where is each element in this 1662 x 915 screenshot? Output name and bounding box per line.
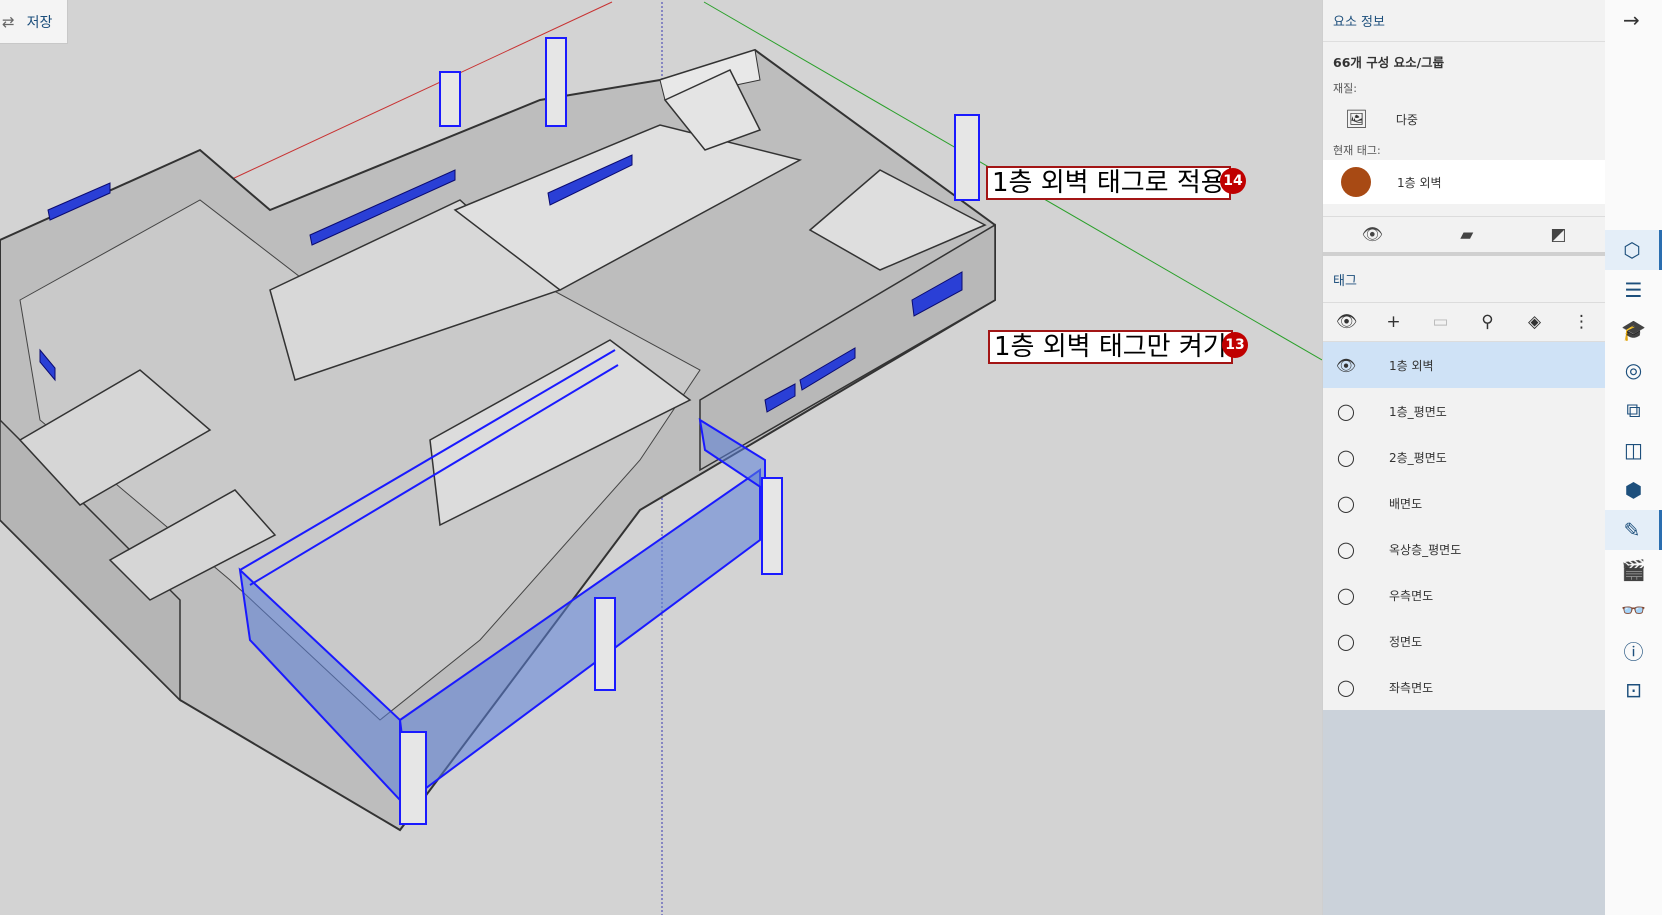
tag-name: 우측면도	[1389, 588, 1434, 603]
column	[545, 37, 567, 127]
callout-text: 1층 외벽 태그로 적용	[992, 168, 1225, 198]
info-icon[interactable]: ⓘ	[1605, 630, 1662, 670]
tag-name: 옥상층_평면도	[1389, 542, 1462, 557]
eye-icon[interactable]: 👁	[1333, 312, 1361, 332]
add-tag-icon[interactable]: +	[1380, 312, 1408, 332]
save-label: 저장	[26, 14, 53, 31]
visibility-tabs: 👁 ▰ ◩	[1323, 216, 1605, 256]
tag-row[interactable]: ◯ 좌측면도	[1323, 664, 1605, 710]
collapse-arrow-icon[interactable]: →	[1623, 8, 1640, 32]
material-row[interactable]: 🖼 다중	[1323, 96, 1605, 142]
entity-info-header[interactable]: 요소 정보	[1323, 0, 1605, 42]
scenes-icon[interactable]: 🎬	[1605, 550, 1662, 590]
tray-icon-column: ⬡ ☰ 🎓 ◎ ⧉ ◫ ⬢ ✎ 🎬 👓 ⓘ ⊡	[1605, 230, 1662, 710]
tag-row[interactable]: ◯ 옥상층_평면도	[1323, 526, 1605, 572]
tags-title: 태그	[1333, 273, 1357, 289]
current-tag-label: 현재 태그:	[1333, 144, 1381, 157]
callout-badge: 14	[1220, 168, 1246, 194]
color-by-tag-icon[interactable]: ◈	[1521, 312, 1549, 332]
column	[761, 477, 783, 575]
eye-icon[interactable]: 👁	[1323, 356, 1369, 375]
tag-name: 배면도	[1389, 496, 1423, 511]
tag-row[interactable]: 👁 1층 외벽	[1323, 342, 1605, 388]
entity-info-icon[interactable]: ⬡	[1605, 230, 1662, 270]
material-label: 재질:	[1333, 82, 1357, 95]
styles-icon[interactable]: ◫	[1605, 430, 1662, 470]
eye-icon[interactable]: 👁	[1362, 225, 1384, 245]
tray-panel: 요소 정보 66개 구성 요소/그룹 재질: 🖼 다중 현재 태그: 1층 외벽…	[1322, 0, 1605, 915]
tag-name: 1층 외벽	[1389, 358, 1434, 373]
callout-badge: 13	[1222, 332, 1248, 358]
add-folder-icon[interactable]: ▭	[1427, 312, 1455, 332]
eye-closed-icon[interactable]: ◯	[1323, 540, 1369, 559]
icon-tray: → ⬡ ☰ 🎓 ◎ ⧉ ◫ ⬢ ✎ 🎬 👓 ⓘ ⊡	[1605, 0, 1662, 915]
tag-name: 좌측면도	[1389, 680, 1434, 695]
column	[954, 114, 980, 201]
tags-toolbar: 👁 + ▭ ⚲ ◈ ⋮	[1323, 302, 1605, 342]
tag-row[interactable]: ◯ 1층_평면도	[1323, 388, 1605, 434]
callout-text: 1층 외벽 태그만 켜기	[994, 332, 1227, 362]
entity-info-title: 요소 정보	[1333, 15, 1385, 30]
model-viewport[interactable]: ⇄ 저장 1층 외벽 태그로 적용 14 1층 외벽 태그만 켜기 13	[0, 0, 1322, 915]
panel-empty-area	[1323, 710, 1605, 915]
tag-row[interactable]: ◯ 우측면도	[1323, 572, 1605, 618]
instructor-icon[interactable]: 🎓	[1605, 310, 1662, 350]
image-icon: 🖼	[1345, 108, 1368, 130]
callout-show-only-tag: 1층 외벽 태그만 켜기	[988, 330, 1233, 364]
arrow-left-right-icon: ⇄	[2, 12, 15, 31]
tags-icon[interactable]: ✎	[1605, 510, 1662, 550]
column	[594, 597, 616, 691]
eye-closed-icon[interactable]: ◯	[1323, 448, 1369, 467]
components-icon[interactable]: ⧉	[1605, 390, 1662, 430]
more-options-icon[interactable]: ⋮	[1568, 312, 1596, 332]
tag-name: 2층_평면도	[1389, 450, 1447, 465]
column	[399, 731, 427, 825]
tags-header[interactable]: 태그	[1323, 256, 1605, 302]
model-scene[interactable]	[0, 0, 1322, 915]
eye-closed-icon[interactable]: ◯	[1323, 402, 1369, 421]
eye-closed-icon[interactable]: ◯	[1323, 678, 1369, 697]
callout-apply-tag: 1층 외벽 태그로 적용	[986, 166, 1231, 200]
current-tag-value: 1층 외벽	[1397, 175, 1442, 190]
display-icon[interactable]: 👓	[1605, 590, 1662, 630]
search-icon[interactable]: ⚲	[1474, 312, 1502, 332]
paint-bucket-icon[interactable]: ▰	[1460, 225, 1473, 245]
column	[439, 71, 461, 127]
outliner-icon[interactable]: ☰	[1605, 270, 1662, 310]
tag-row[interactable]: ◯ 2층_평면도	[1323, 434, 1605, 480]
save-button[interactable]: ⇄ 저장	[0, 0, 68, 44]
tag-list: 👁 1층 외벽 ◯ 1층_평면도 ◯ 2층_평면도 ◯ 배면도 ◯ 옥상층_평면도 ◯ 우측면도 ◯ 정면…	[1323, 342, 1605, 710]
tag-color-swatch[interactable]	[1341, 167, 1371, 197]
eye-closed-icon[interactable]: ◯	[1323, 494, 1369, 513]
tag-name: 1층_평면도	[1389, 404, 1447, 419]
eye-closed-icon[interactable]: ◯	[1323, 586, 1369, 605]
eye-closed-icon[interactable]: ◯	[1323, 632, 1369, 651]
material-value: 다중	[1395, 112, 1418, 127]
tag-row[interactable]: ◯ 배면도	[1323, 480, 1605, 526]
tag-row[interactable]: ◯ 정면도	[1323, 618, 1605, 664]
tag-name: 정면도	[1389, 634, 1423, 649]
3d-warehouse-icon[interactable]: ⊡	[1605, 670, 1662, 710]
entity-count: 66개 구성 요소/그룹	[1333, 54, 1445, 70]
soften-edges-icon[interactable]: ⬢	[1605, 470, 1662, 510]
eraser-icon[interactable]: ◩	[1550, 225, 1566, 245]
materials-icon[interactable]: ◎	[1605, 350, 1662, 390]
current-tag-dropdown[interactable]: 1층 외벽	[1323, 160, 1605, 204]
